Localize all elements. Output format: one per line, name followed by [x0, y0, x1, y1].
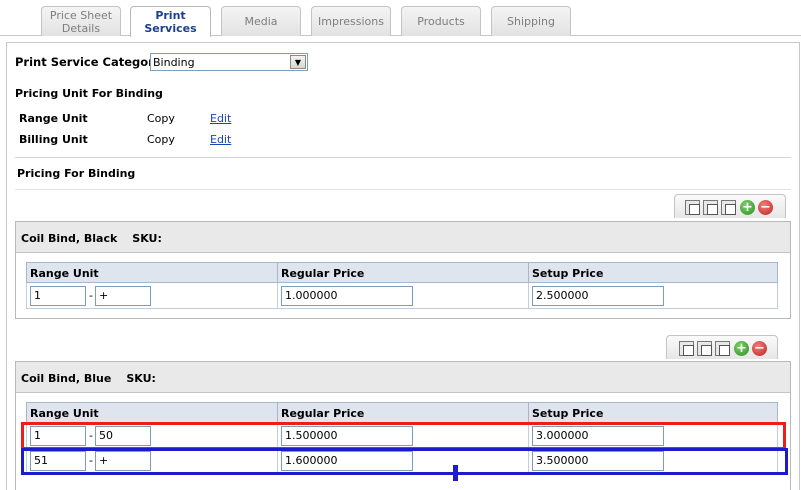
highlight-box-red [21, 422, 786, 450]
billing-unit-edit-link[interactable]: Edit [210, 133, 231, 146]
copy-all-icon[interactable] [697, 341, 712, 356]
add-icon[interactable]: + [734, 341, 749, 356]
section-title: Coil Bind, Blue [21, 372, 112, 385]
tab-print-services[interactable]: Print Services [130, 6, 211, 37]
range-unit-value: Copy [147, 112, 175, 125]
section-toolbar: + − [666, 335, 778, 359]
section-header: Coil Bind, Blue SKU: [16, 362, 790, 393]
billing-unit-label: Billing Unit [19, 133, 88, 146]
remove-icon[interactable]: − [758, 200, 773, 215]
tab-media[interactable]: Media [221, 6, 301, 36]
tab-price-sheet-details[interactable]: Price Sheet Details [41, 6, 121, 36]
range-dash: - [89, 289, 93, 302]
table-row: 1 - + 1.000000 2.500000 [26, 283, 778, 309]
column-header-range-unit: Range Unit [27, 263, 278, 283]
copy-icon[interactable] [679, 341, 694, 356]
add-icon[interactable]: + [740, 200, 755, 215]
paste-icon[interactable] [715, 341, 730, 356]
range-unit-label: Range Unit [19, 112, 88, 125]
range-to-input[interactable]: + [95, 286, 151, 306]
tab-label: Price Sheet Details [49, 8, 113, 35]
column-header-regular-price: Regular Price [278, 263, 529, 283]
regular-price-input[interactable]: 1.000000 [281, 286, 413, 306]
tab-label: Products [417, 15, 465, 28]
highlight-box-blue [21, 448, 788, 475]
billing-unit-value: Copy [147, 133, 175, 146]
copy-icon[interactable] [685, 200, 700, 215]
tab-shipping[interactable]: Shipping [491, 6, 571, 36]
column-header-regular-price: Regular Price [278, 403, 529, 423]
section-toolbar: + − [674, 194, 786, 218]
pricing-table-header: Range Unit Regular Price Setup Price [26, 262, 778, 283]
tab-label: Impressions [318, 15, 384, 28]
column-header-range-unit: Range Unit [27, 403, 278, 423]
pricing-section-coil-bind-black: Coil Bind, Black SKU: Range Unit Regular … [15, 221, 791, 319]
resize-handle[interactable] [453, 465, 458, 481]
column-header-setup-price: Setup Price [532, 267, 604, 280]
section-header: Coil Bind, Black SKU: [16, 222, 790, 253]
range-unit-edit-link[interactable]: Edit [210, 112, 231, 125]
pricing-heading: Pricing For Binding [17, 167, 136, 180]
setup-price-input[interactable]: 2.500000 [532, 286, 664, 306]
paste-icon[interactable] [721, 200, 736, 215]
category-label: Print Service Category [15, 55, 162, 69]
section-title: Coil Bind, Black [21, 232, 118, 245]
pricing-unit-heading: Pricing Unit For Binding [15, 87, 163, 100]
column-header-setup-price: Setup Price [532, 407, 604, 420]
divider [15, 157, 791, 158]
sku-label: SKU: [132, 232, 162, 245]
tab-impressions[interactable]: Impressions [311, 6, 391, 36]
range-from-input[interactable]: 1 [30, 286, 86, 306]
tab-label: Media [244, 15, 278, 28]
pricing-table-header: Range Unit Regular Price Setup Price [26, 402, 778, 423]
tab-label: Shipping [507, 15, 555, 28]
copy-all-icon[interactable] [703, 200, 718, 215]
category-select[interactable]: Binding [150, 53, 308, 71]
divider [15, 189, 791, 190]
sku-label: SKU: [126, 372, 156, 385]
tab-label: Print Services [144, 9, 197, 35]
tab-products[interactable]: Products [401, 6, 481, 36]
remove-icon[interactable]: − [752, 341, 767, 356]
